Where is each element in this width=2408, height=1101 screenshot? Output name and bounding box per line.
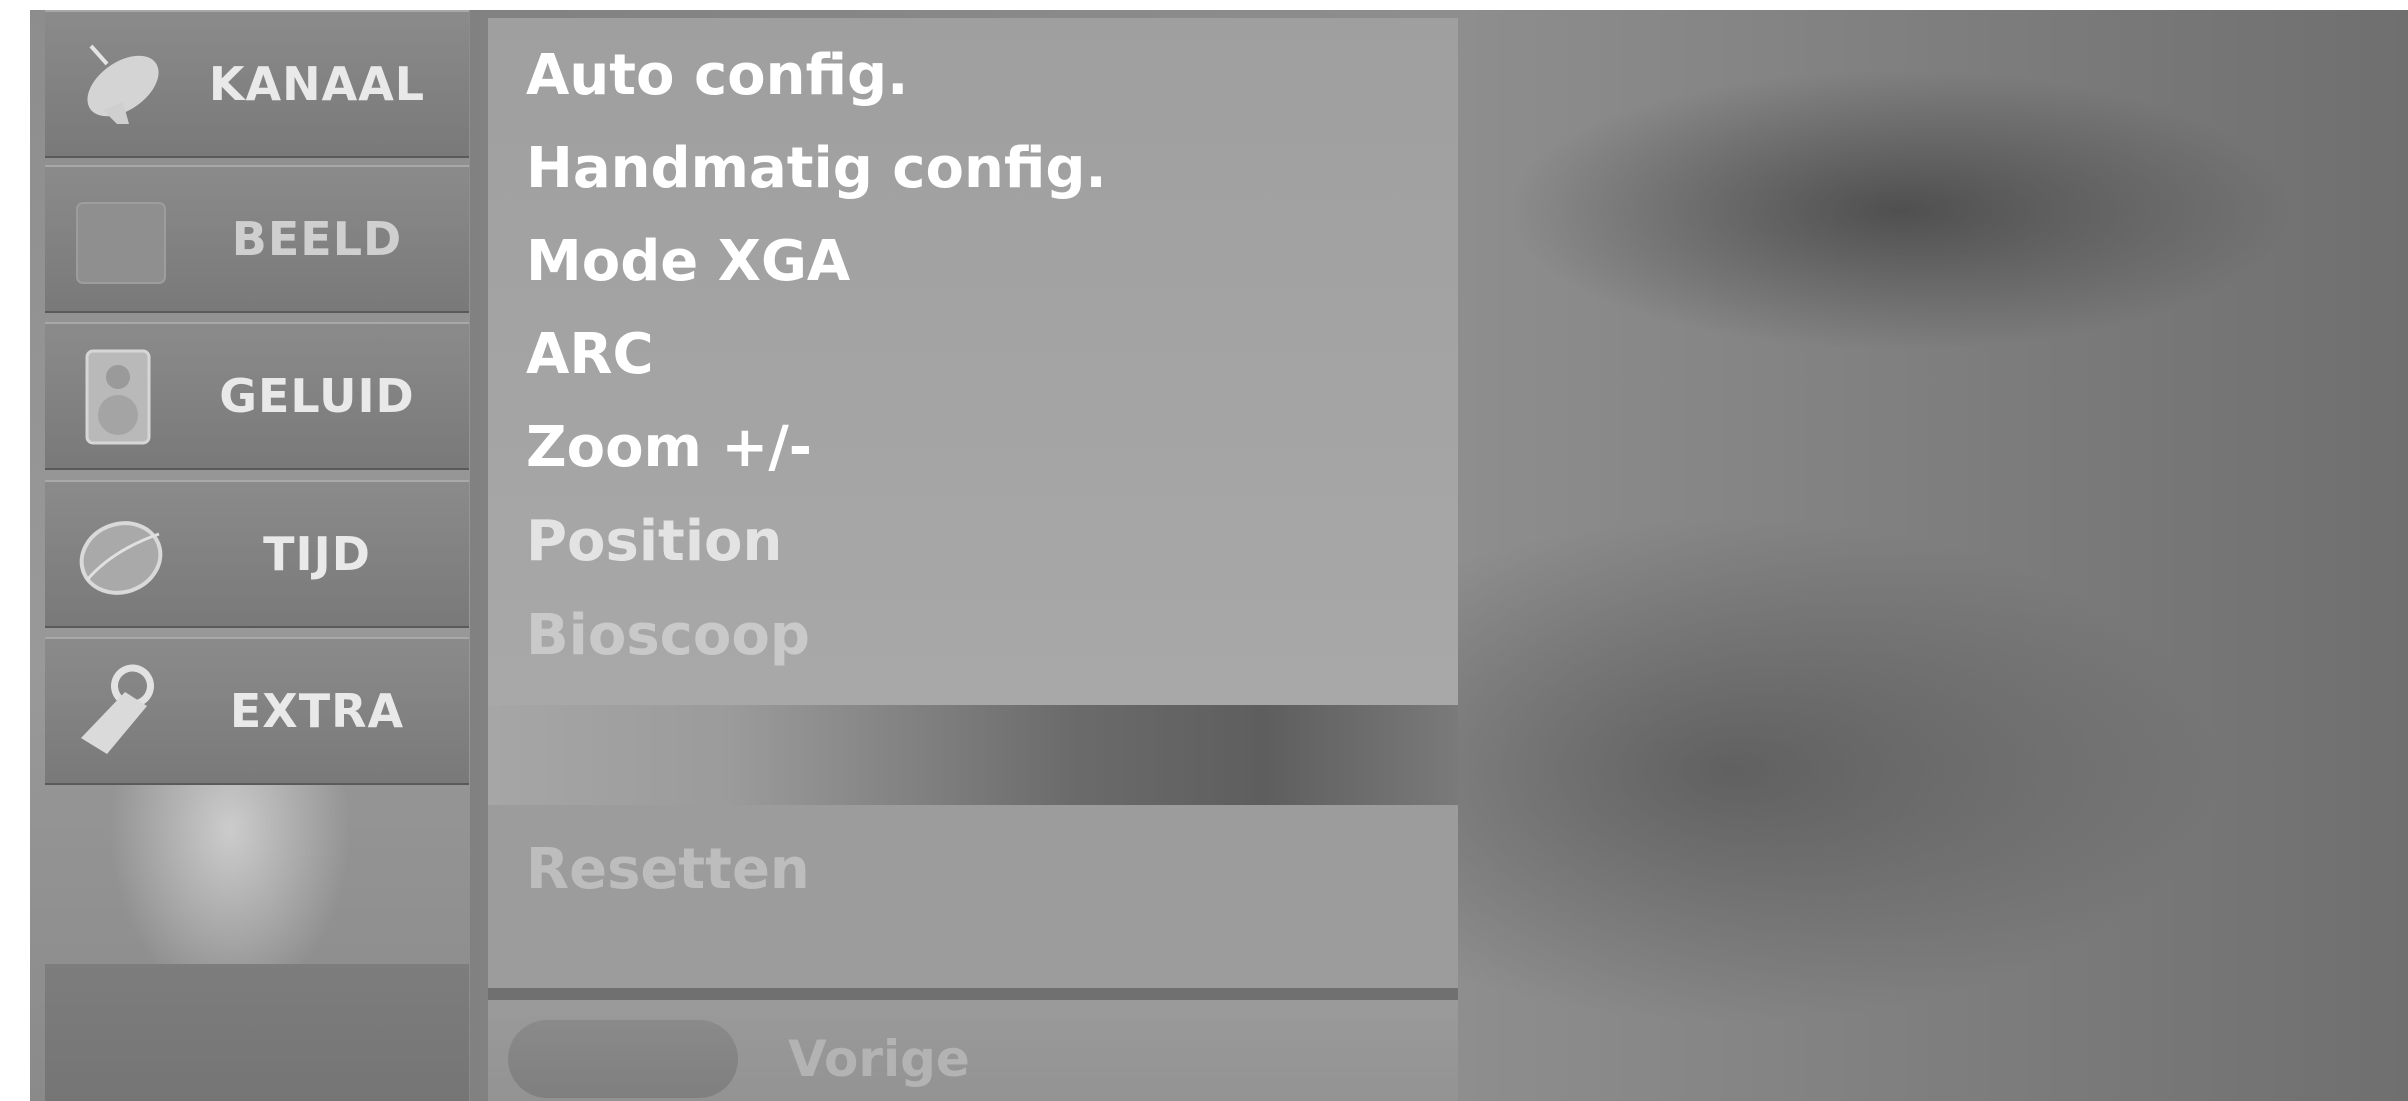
reset-panel: Resetten xyxy=(488,805,1458,988)
speaker-icon xyxy=(85,349,151,445)
clock-ring-icon xyxy=(79,521,163,595)
main-menu-column: KANAAL BEELD GELUID TIJD EXTRA xyxy=(30,10,470,1101)
tv-osd-screen: KANAAL BEELD GELUID TIJD EXTRA Auto conf… xyxy=(30,10,2408,1101)
back-label: Vorige xyxy=(788,1030,970,1088)
sidebar-item-extra[interactable]: EXTRA xyxy=(45,637,469,785)
picture-square-icon xyxy=(76,202,166,284)
sidebar-item-tijd[interactable]: TIJD xyxy=(45,480,469,628)
menu-item-resetten[interactable]: Resetten xyxy=(526,830,810,910)
sidebar-item-label: BEELD xyxy=(231,212,403,266)
menu-separator-band xyxy=(488,705,1458,805)
menu-item-zoom[interactable]: Zoom +/- xyxy=(526,408,812,488)
sidebar-empty-slot xyxy=(45,964,469,1101)
menu-item-arc[interactable]: ARC xyxy=(526,315,654,395)
sidebar-item-label: KANAAL xyxy=(208,57,426,111)
tag-icon xyxy=(81,664,154,754)
menu-item-bioscoop[interactable]: Bioscoop xyxy=(526,596,810,676)
menu-item-mode-xga[interactable]: Mode XGA xyxy=(526,222,850,302)
back-button[interactable] xyxy=(508,1020,738,1098)
menu-item-auto-config[interactable]: Auto config. xyxy=(526,36,908,116)
submenu-panel: Auto config. Handmatig config. Mode XGA … xyxy=(488,18,1458,705)
sidebar-item-beeld[interactable]: BEELD xyxy=(45,165,469,313)
menu-item-position[interactable]: Position xyxy=(526,502,782,582)
sidebar-item-geluid[interactable]: GELUID xyxy=(45,322,469,470)
sidebar-item-kanaal[interactable]: KANAAL xyxy=(45,10,469,158)
footer-bar: Vorige xyxy=(488,1000,1458,1101)
sidebar-item-label: TIJD xyxy=(263,527,371,581)
sidebar-item-label: EXTRA xyxy=(229,684,405,738)
satellite-dish-icon xyxy=(87,44,159,124)
divider xyxy=(488,988,1458,1000)
menu-item-handmatig-config[interactable]: Handmatig config. xyxy=(526,129,1107,209)
sidebar-item-label: GELUID xyxy=(219,369,415,423)
